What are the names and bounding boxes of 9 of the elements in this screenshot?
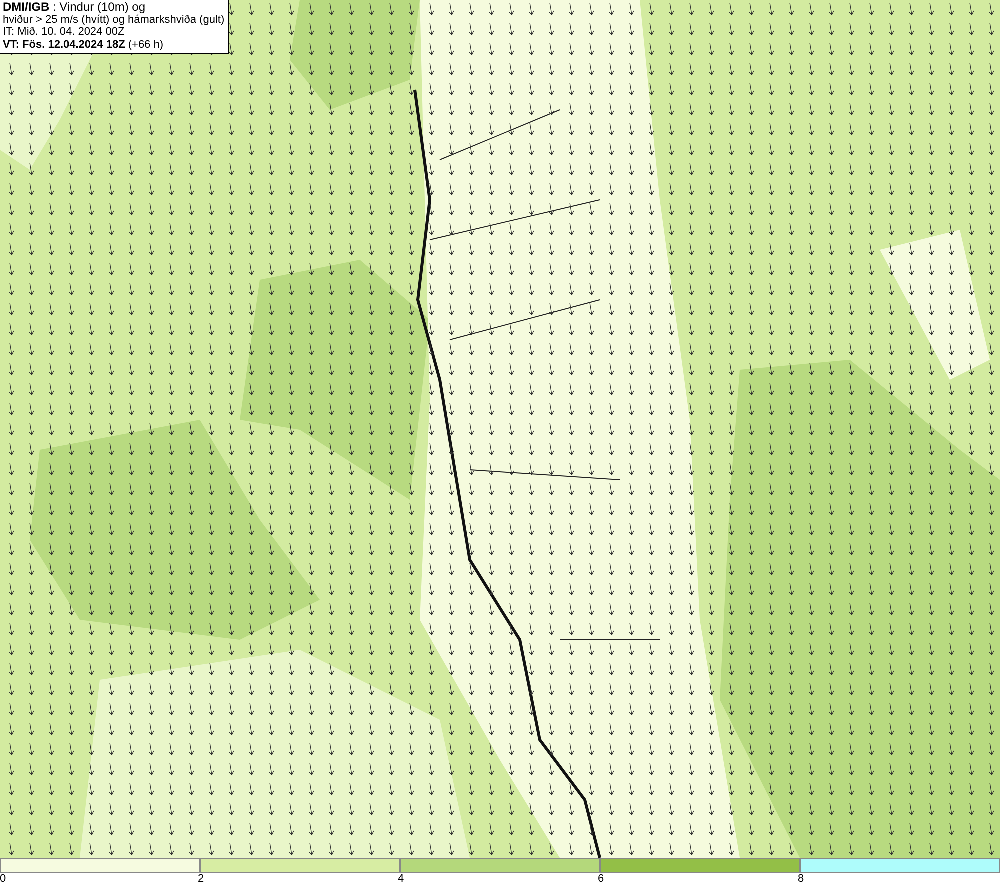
legend-tick-label: 2: [198, 873, 206, 886]
caption-line: hviður > 25 m/s (hvítt) og hámarkshviða (gult): [3, 14, 225, 26]
legend-tick-label: 6: [598, 873, 606, 886]
caption-line: DMI/IGB : Vindur (10m) og: [3, 1, 146, 14]
caption-line: VT: Fös. 12.04.2024 18Z (+66 h): [3, 38, 165, 51]
caption-line: IT: Mið. 10. 04. 2024 00Z: [3, 26, 126, 38]
legend-tick-label: 0: [0, 873, 8, 886]
legend-tick-label: 8: [798, 873, 806, 886]
legend-tick-label: 4: [398, 873, 406, 886]
